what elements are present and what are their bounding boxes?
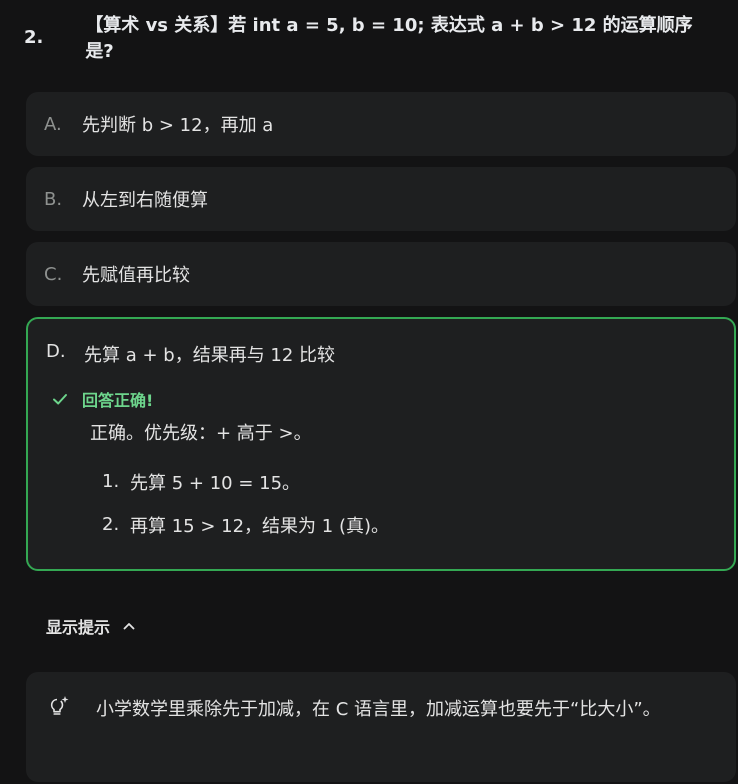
list-item: 1. 先算 5 + 10 = 15。 [102, 460, 389, 503]
step-text: 再算 15 > 12，结果为 1 (真)。 [130, 515, 389, 537]
hint-text: 小学数学里乘除先于加减，在 C 语言里，加减运算也要先于“比大小”。 [96, 699, 661, 720]
option-text: 先算 a + b，结果再与 12 比较 [84, 345, 336, 366]
check-icon [53, 394, 67, 405]
option-text: 先赋值再比较 [82, 265, 190, 286]
question-number: 2. [24, 26, 44, 48]
option-a[interactable]: A. 先判断 b > 12，再加 a [26, 92, 736, 156]
feedback-steps: 1. 先算 5 + 10 = 15。 2. 再算 15 > 12，结果为 1 (… [102, 460, 389, 546]
correct-label: 回答正确! [82, 391, 154, 410]
show-hint-toggle[interactable]: 显示提示 [46, 614, 136, 638]
feedback-status: 回答正确! [50, 387, 153, 411]
step-number: 2. [102, 514, 120, 535]
option-b[interactable]: B. 从左到右随便算 [26, 167, 736, 231]
option-letter: A. [44, 113, 62, 135]
hint-box: 小学数学里乘除先于加减，在 C 语言里，加减运算也要先于“比大小”。 [26, 672, 736, 782]
option-letter: B. [44, 188, 63, 210]
step-text: 先算 5 + 10 = 15。 [130, 472, 301, 494]
option-text: 从左到右随便算 [82, 190, 208, 211]
question-header: 2. 【算术 vs 关系】若 int a = 5, b = 10; 表达式 a … [24, 15, 714, 62]
lightbulb-sparkle-icon [50, 696, 69, 715]
option-d-selected[interactable]: D. 先算 a + b，结果再与 12 比较 回答正确! 正确。优先级：+ 高于… [26, 317, 736, 571]
option-text: 先判断 b > 12，再加 a [82, 115, 274, 136]
list-item: 2. 再算 15 > 12，结果为 1 (真)。 [102, 503, 389, 546]
hint-toggle-label: 显示提示 [46, 618, 111, 637]
question-text: 【算术 vs 关系】若 int a = 5, b = 10; 表达式 a + b… [85, 15, 693, 62]
option-c[interactable]: C. 先赋值再比较 [26, 242, 736, 306]
step-number: 1. [102, 471, 120, 492]
feedback-explanation: 正确。优先级：+ 高于 >。 [90, 423, 312, 444]
chevron-up-icon [123, 623, 135, 630]
option-letter: D. [46, 341, 66, 362]
option-letter: C. [44, 263, 63, 285]
